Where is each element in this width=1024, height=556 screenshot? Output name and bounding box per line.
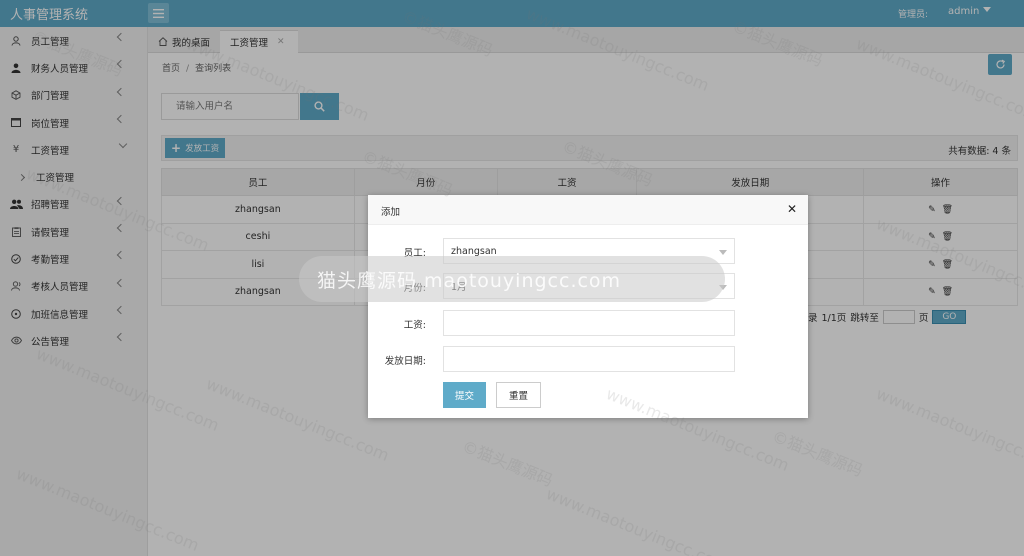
form-row-salary: 工资: <box>368 310 808 336</box>
form-row-month: 月份: 1月 <box>368 273 808 299</box>
employee-selected-value: zhangsan <box>451 245 497 257</box>
chevron-down-icon <box>719 250 727 255</box>
month-select[interactable]: 1月 <box>443 273 735 299</box>
employee-select[interactable]: zhangsan <box>443 238 735 264</box>
salary-label: 工资: <box>403 320 426 331</box>
employee-label: 员工: <box>403 248 426 259</box>
chevron-down-icon <box>719 285 727 290</box>
add-salary-dialog: 添加 ✕ 员工: zhangsan 月份: 1月 工资: 发放日期: 提交 重置 <box>368 195 808 418</box>
form-row-date: 发放日期: <box>368 346 808 372</box>
close-icon[interactable]: ✕ <box>787 202 797 216</box>
reset-button[interactable]: 重置 <box>496 382 541 408</box>
month-label: 月份: <box>403 283 426 294</box>
submit-button[interactable]: 提交 <box>443 382 486 408</box>
pay-date-input[interactable] <box>443 346 735 372</box>
dialog-header: 添加 ✕ <box>368 195 808 225</box>
form-row-employee: 员工: zhangsan <box>368 238 808 264</box>
pay-date-label: 发放日期: <box>384 356 426 367</box>
dialog-title: 添加 <box>381 207 401 218</box>
salary-input[interactable] <box>443 310 735 336</box>
month-selected-value: 1月 <box>451 282 467 293</box>
